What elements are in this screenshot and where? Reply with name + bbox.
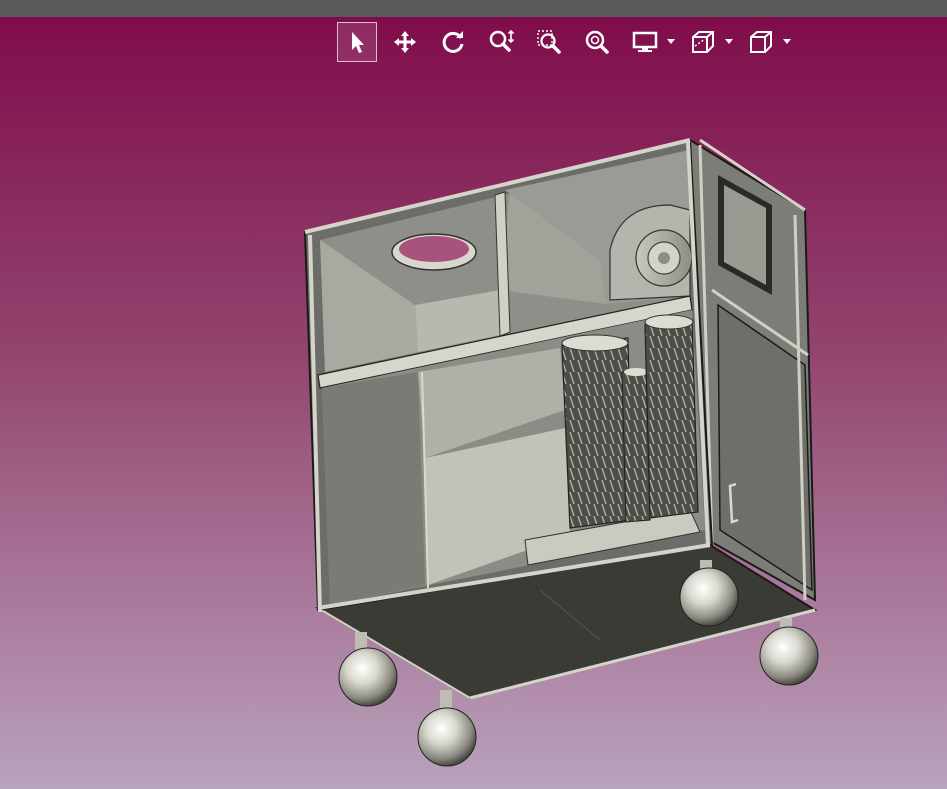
title-bar [0,0,947,17]
3d-viewport[interactable] [0,17,947,789]
3d-cabinet-model[interactable] [0,17,947,789]
